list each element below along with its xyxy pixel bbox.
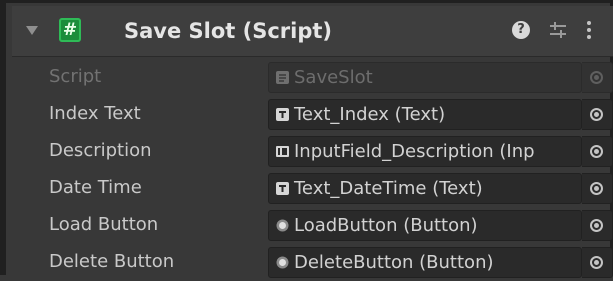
object-picker-icon bbox=[590, 145, 603, 158]
description-field-value: InputField_Description (Inp bbox=[294, 141, 535, 162]
foldout-arrow-icon[interactable] bbox=[26, 26, 38, 35]
input-field-icon bbox=[276, 146, 289, 157]
delete-button-object-field[interactable]: DeleteButton (Button) bbox=[268, 247, 582, 278]
property-row-index-text: Index Text Text_Index (Text) bbox=[12, 96, 613, 133]
property-label-index-text: Index Text bbox=[49, 103, 141, 124]
delete-button-object-picker[interactable] bbox=[582, 247, 613, 278]
load-button-field-value: LoadButton (Button) bbox=[294, 215, 478, 236]
index-text-object-field[interactable]: Text_Index (Text) bbox=[268, 99, 582, 130]
load-button-object-picker[interactable] bbox=[582, 210, 613, 241]
button-component-icon bbox=[276, 219, 289, 232]
object-picker-icon bbox=[590, 182, 603, 195]
object-picker-icon bbox=[590, 256, 603, 269]
object-picker-icon bbox=[590, 219, 603, 232]
object-picker-icon bbox=[590, 108, 603, 121]
object-picker-icon bbox=[590, 71, 603, 84]
script-object-field: SaveSlot bbox=[268, 62, 582, 93]
load-button-object-field[interactable]: LoadButton (Button) bbox=[268, 210, 582, 241]
component-header[interactable]: # Save Slot (Script) ? bbox=[12, 6, 613, 57]
property-row-load-button: Load Button LoadButton (Button) bbox=[12, 207, 613, 244]
property-label-load-button: Load Button bbox=[49, 214, 159, 235]
component-title: Save Slot (Script) bbox=[124, 19, 333, 43]
property-row-description: Description InputField_Description (Inp bbox=[12, 133, 613, 170]
property-label-script: Script bbox=[49, 66, 102, 87]
date-time-field-value: Text_DateTime (Text) bbox=[294, 178, 483, 199]
button-component-icon bbox=[276, 256, 289, 269]
property-label-date-time: Date Time bbox=[49, 177, 142, 198]
property-row-script: Script SaveSlot bbox=[12, 59, 613, 96]
description-object-field[interactable]: InputField_Description (Inp bbox=[268, 136, 582, 167]
property-row-date-time: Date Time Text_DateTime (Text) bbox=[12, 170, 613, 207]
property-row-delete-button: Delete Button DeleteButton (Button) bbox=[12, 244, 613, 281]
index-text-object-picker[interactable] bbox=[582, 99, 613, 130]
delete-button-field-value: DeleteButton (Button) bbox=[294, 252, 494, 273]
script-icon-glyph: # bbox=[62, 20, 78, 40]
presets-icon[interactable] bbox=[548, 20, 568, 40]
script-icon: # bbox=[59, 18, 81, 42]
script-object-picker bbox=[582, 62, 613, 93]
description-object-picker[interactable] bbox=[582, 136, 613, 167]
script-asset-icon bbox=[276, 71, 289, 84]
date-time-object-picker[interactable] bbox=[582, 173, 613, 204]
help-icon[interactable]: ? bbox=[512, 21, 530, 39]
date-time-object-field[interactable]: Text_DateTime (Text) bbox=[268, 173, 582, 204]
text-component-icon bbox=[276, 108, 289, 121]
property-label-delete-button: Delete Button bbox=[49, 251, 175, 272]
inspector-component-panel: # Save Slot (Script) ? Script SaveSlot I… bbox=[0, 0, 613, 278]
property-label-description: Description bbox=[49, 140, 152, 161]
text-component-icon bbox=[276, 182, 289, 195]
context-menu-icon[interactable] bbox=[585, 20, 593, 40]
script-field-value: SaveSlot bbox=[294, 67, 373, 88]
index-text-field-value: Text_Index (Text) bbox=[294, 104, 446, 125]
